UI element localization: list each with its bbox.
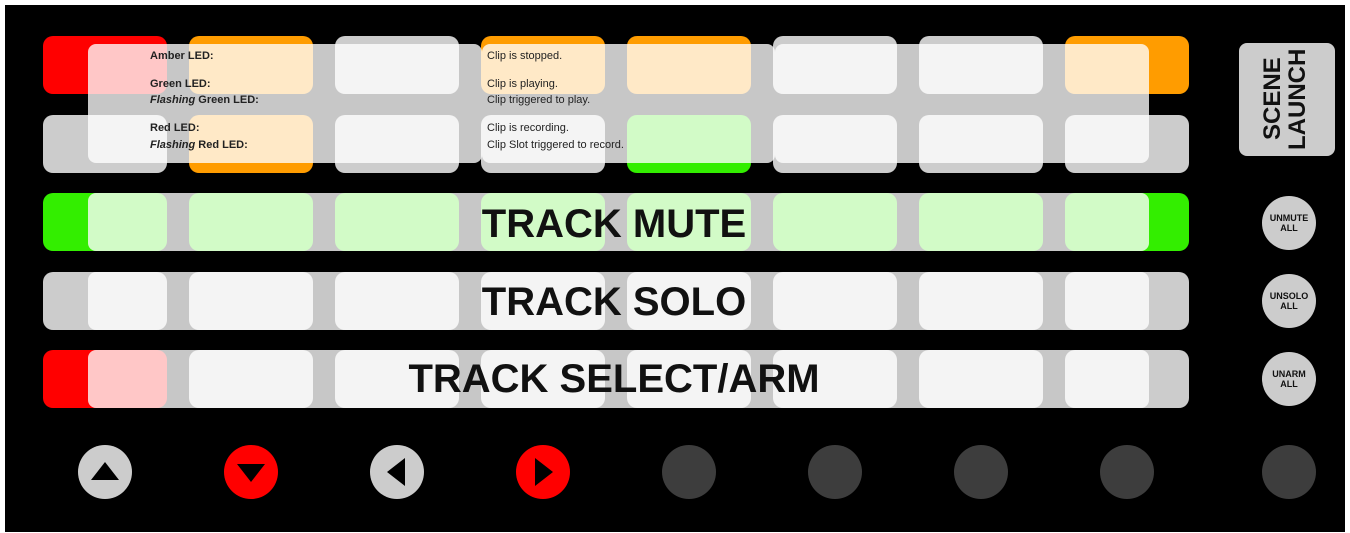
track-select-arm-label: TRACK SELECT/ARM bbox=[408, 357, 820, 401]
legend-label-amber: Amber LED: bbox=[150, 50, 214, 62]
down-arrow-icon bbox=[237, 464, 265, 482]
legend-desc-green: Clip is playing. bbox=[487, 78, 558, 90]
bottom-button-5[interactable] bbox=[662, 445, 716, 499]
legend-desc-red: Clip is recording. bbox=[487, 122, 569, 134]
left-arrow-button[interactable] bbox=[370, 445, 424, 499]
unmute-all-button[interactable]: UNMUTE ALL bbox=[1262, 196, 1316, 250]
legend-label-flashing-green: Flashing Green LED: bbox=[150, 94, 259, 106]
bottom-button-8[interactable] bbox=[1100, 445, 1154, 499]
unsolo-all-button[interactable]: UNSOLO ALL bbox=[1262, 274, 1316, 328]
bottom-button-9[interactable] bbox=[1262, 445, 1316, 499]
right-arrow-icon bbox=[535, 458, 553, 486]
legend-label-flashing-red: Flashing Red LED: bbox=[150, 139, 248, 151]
legend-label-green: Green LED: bbox=[150, 78, 211, 90]
legend-label-red: Red LED: bbox=[150, 122, 200, 134]
legend-desc-amber: Clip is stopped. bbox=[487, 50, 563, 62]
up-arrow-icon bbox=[91, 462, 119, 480]
unarm-all-label-2: ALL bbox=[1280, 379, 1298, 389]
legend-desc-flashing-green: Clip triggered to play. bbox=[487, 94, 591, 106]
unarm-all-button[interactable]: UNARM ALL bbox=[1262, 352, 1316, 406]
scene-launch-label: SCENE LAUNCH bbox=[1259, 48, 1311, 150]
right-arrow-button[interactable] bbox=[516, 445, 570, 499]
track-solo-label: TRACK SOLO bbox=[481, 280, 747, 324]
bottom-button-7[interactable] bbox=[954, 445, 1008, 499]
unmute-all-label-2: ALL bbox=[1280, 223, 1298, 233]
unsolo-all-label-2: ALL bbox=[1280, 301, 1298, 311]
up-arrow-button[interactable] bbox=[78, 445, 132, 499]
unarm-all-label-1: UNARM bbox=[1272, 369, 1306, 379]
track-mute-label: TRACK MUTE bbox=[481, 202, 747, 246]
left-arrow-icon bbox=[387, 458, 405, 486]
legend-overlay-left bbox=[88, 44, 482, 163]
bottom-button-6[interactable] bbox=[808, 445, 862, 499]
unsolo-all-label-1: UNSOLO bbox=[1269, 291, 1309, 301]
unmute-all-label-1: UNMUTE bbox=[1269, 213, 1309, 223]
down-arrow-button[interactable] bbox=[224, 445, 278, 499]
legend-overlay-right bbox=[775, 44, 1149, 163]
legend-desc-flashing-red: Clip Slot triggered to record. bbox=[487, 139, 624, 151]
